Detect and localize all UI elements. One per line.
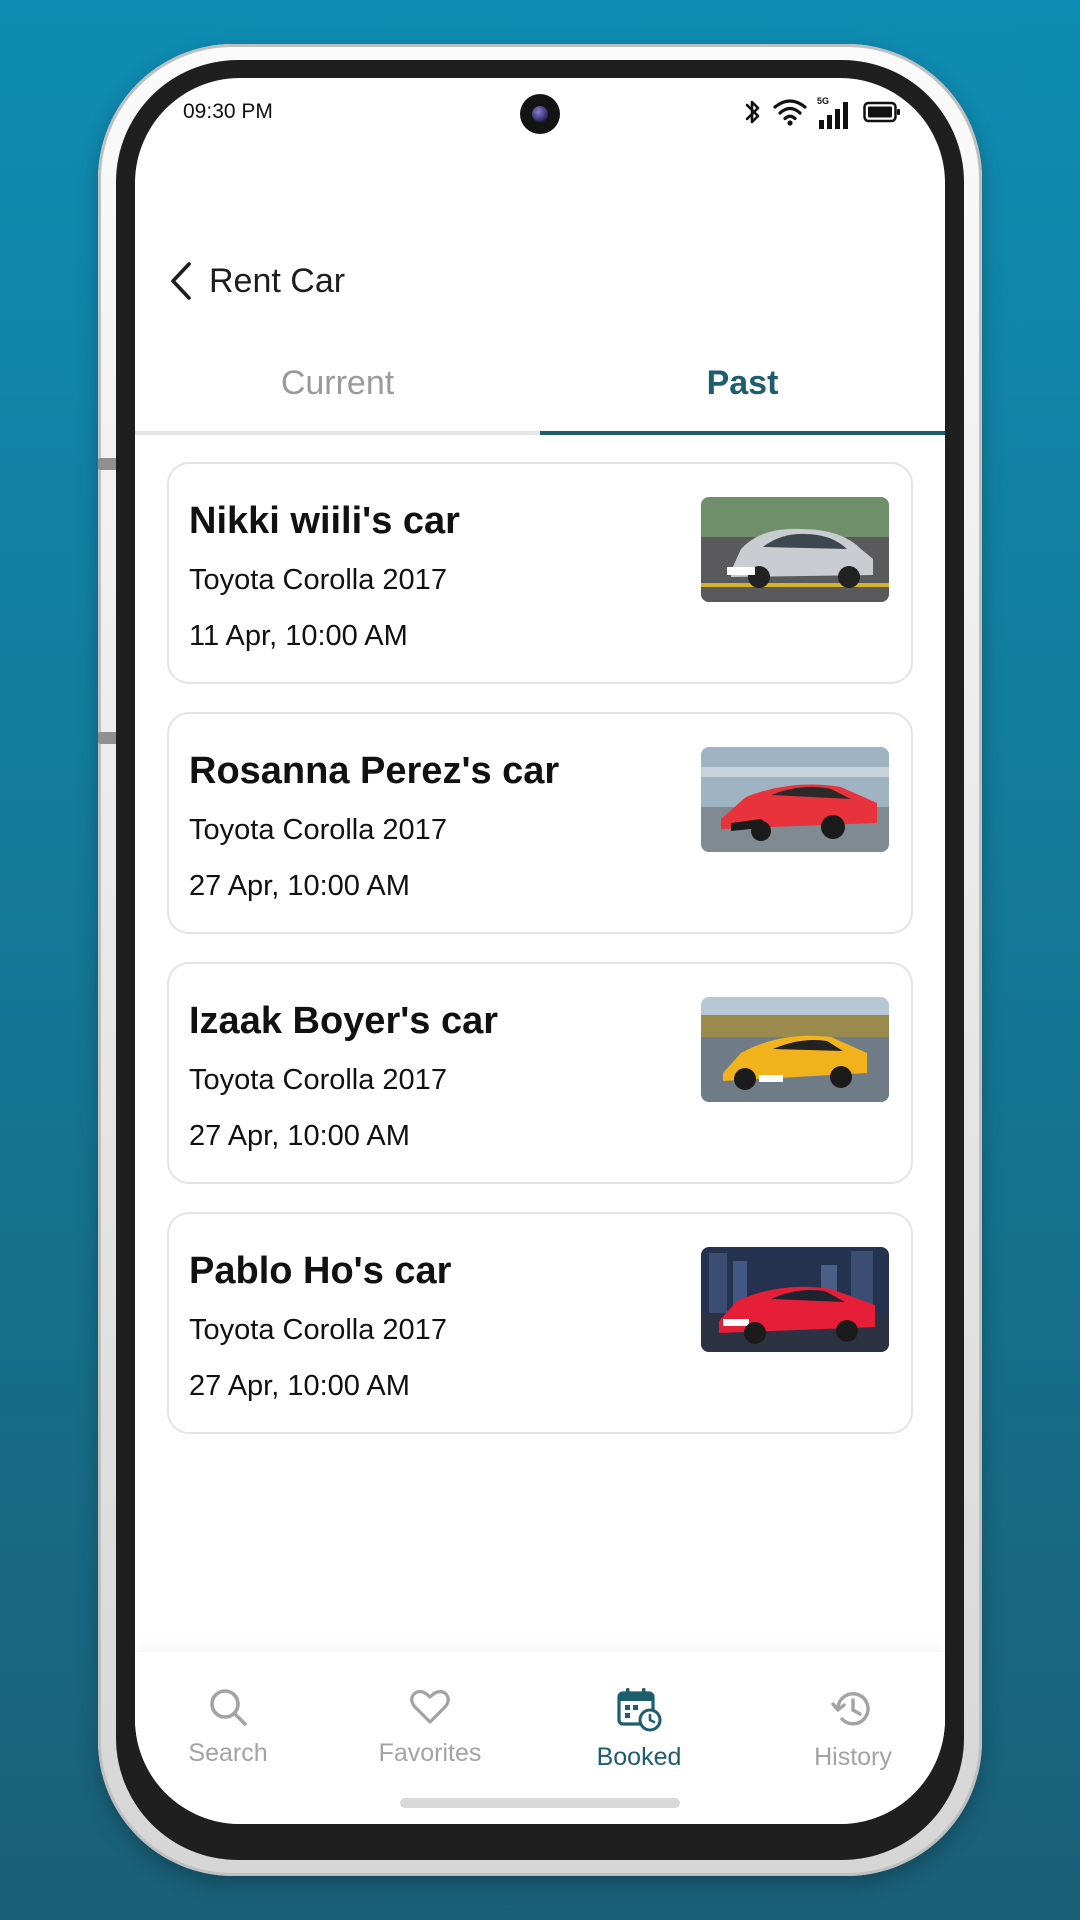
search-icon [207,1686,249,1733]
car-thumbnail [701,497,889,602]
app-header: Rent Car [135,248,945,318]
booking-car-owner: Rosanna Perez's car [189,750,560,792]
battery-icon [863,100,901,129]
booking-car-model: Toyota Corolla 2017 [189,1064,447,1096]
booking-date: 27 Apr, 10:00 AM [189,1120,410,1152]
booking-car-owner: Nikki wiili's car [189,500,460,542]
nav-history[interactable]: History [753,1686,945,1772]
car-thumbnail [701,747,889,852]
side-button [98,458,118,470]
booking-date: 27 Apr, 10:00 AM [189,870,410,902]
car-thumbnail [701,1247,889,1352]
booking-car-owner: Izaak Boyer's car [189,1000,499,1042]
cellular-signal-icon: 5G [817,96,853,130]
calendar-clock-icon [616,1686,662,1737]
side-button [98,732,118,744]
booking-card[interactable]: Nikki wiili's car Toyota Corolla 2017 11… [167,462,913,684]
tab-current[interactable]: Current [135,336,540,431]
heart-icon [409,1686,451,1733]
bluetooth-icon [743,97,763,132]
tab-past[interactable]: Past [540,336,945,431]
booking-card[interactable]: Pablo Ho's car Toyota Corolla 2017 27 Ap… [167,1212,913,1434]
nav-search[interactable]: Search [135,1686,328,1768]
booking-list: Nikki wiili's car Toyota Corolla 2017 11… [167,462,913,1462]
active-tab-indicator [540,431,945,435]
booking-card[interactable]: Rosanna Perez's car Toyota Corolla 2017 … [167,712,913,934]
booking-tabs: Current Past [135,336,945,435]
home-indicator[interactable] [400,1798,680,1808]
nav-booked[interactable]: Booked [539,1686,739,1772]
status-time: 09:30 PM [183,100,273,123]
app-screen: 09:30 PM 5G Rent Car Current Past Nikki … [135,78,945,1824]
nav-history-label: History [814,1743,892,1771]
front-camera [520,94,560,134]
nav-favorites-label: Favorites [378,1739,482,1767]
status-bar: 09:30 PM 5G [135,78,945,148]
status-icons: 5G [743,96,901,132]
back-button[interactable] [161,260,201,306]
nav-search-label: Search [188,1739,268,1767]
wifi-icon [773,98,807,131]
chevron-left-icon [169,261,193,306]
booking-card[interactable]: Izaak Boyer's car Toyota Corolla 2017 27… [167,962,913,1184]
booking-car-owner: Pablo Ho's car [189,1250,452,1292]
booking-date: 27 Apr, 10:00 AM [189,1370,410,1402]
history-icon [830,1686,876,1737]
nav-favorites[interactable]: Favorites [330,1686,530,1768]
nav-booked-label: Booked [596,1743,682,1771]
booking-car-model: Toyota Corolla 2017 [189,1314,447,1346]
booking-car-model: Toyota Corolla 2017 [189,564,447,596]
booking-car-model: Toyota Corolla 2017 [189,814,447,846]
page-title: Rent Car [209,262,346,300]
car-thumbnail [701,997,889,1102]
booking-date: 11 Apr, 10:00 AM [189,620,408,652]
